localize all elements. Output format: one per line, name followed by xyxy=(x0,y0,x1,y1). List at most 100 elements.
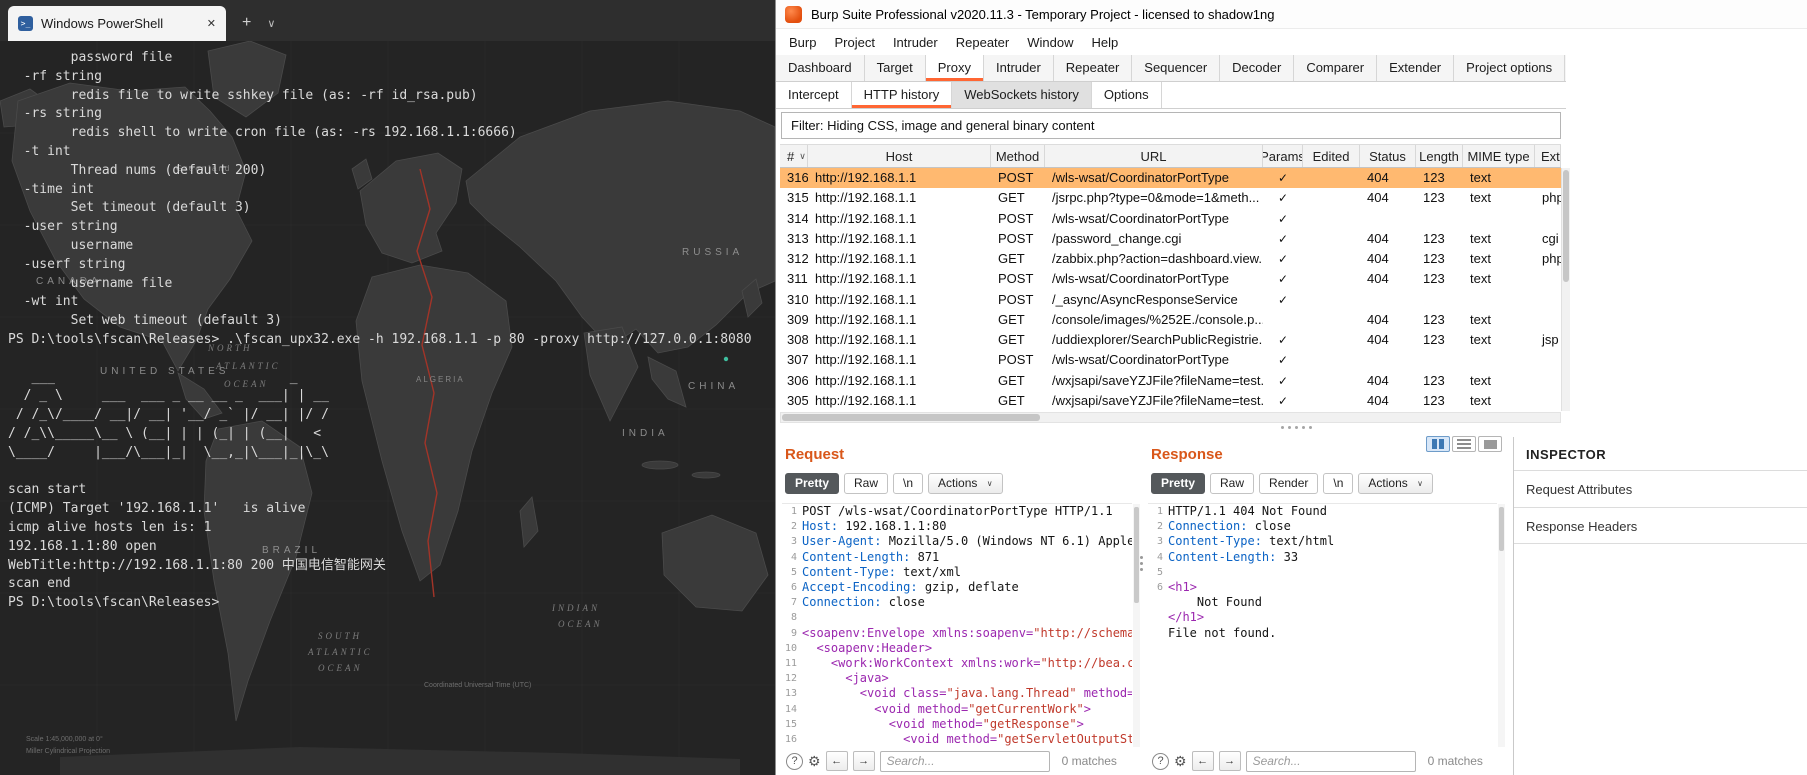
splitter-handle[interactable] xyxy=(1281,426,1312,429)
menu-project[interactable]: Project xyxy=(825,35,883,50)
main-tab-sequencer[interactable]: Sequencer xyxy=(1132,55,1221,81)
request-editor-scrollbar[interactable] xyxy=(1133,504,1140,747)
main-tab-comparer[interactable]: Comparer xyxy=(1294,55,1378,81)
history-row-307[interactable]: 307 http://192.168.1.1 POST/wls-wsat/Coord… xyxy=(780,350,1561,371)
scrollbar-thumb[interactable] xyxy=(1134,507,1139,603)
search-next-button[interactable]: → xyxy=(852,751,875,771)
column-header-url[interactable]: URL xyxy=(1045,145,1263,167)
history-row-315[interactable]: 315 http://192.168.1.1 GET/jsrpc.php?type=… xyxy=(780,188,1561,209)
search-input[interactable] xyxy=(879,750,1050,772)
menu-help[interactable]: Help xyxy=(1082,35,1127,50)
request-tab-raw[interactable]: Raw xyxy=(844,473,889,494)
scrollbar-thumb[interactable] xyxy=(782,414,1040,421)
panel-splitter-handle[interactable] xyxy=(1140,556,1143,571)
column-header-length[interactable]: Length xyxy=(1416,145,1463,167)
main-tab-project-options[interactable]: Project options xyxy=(1454,55,1566,81)
main-tab-decoder[interactable]: Decoder xyxy=(1220,55,1295,81)
main-tab-intruder[interactable]: Intruder xyxy=(983,55,1054,81)
menu-repeater[interactable]: Repeater xyxy=(947,35,1018,50)
inspector-title: INSPECTOR xyxy=(1526,447,1607,462)
column-header-edited[interactable]: Edited xyxy=(1303,145,1360,167)
search-prev-button[interactable]: ← xyxy=(825,751,848,771)
column-header-mime-type[interactable]: MIME type xyxy=(1463,145,1535,167)
response-editor[interactable]: 1 HTTP/1.1 404 Not Found 2 Connection: clos… xyxy=(1148,503,1497,747)
layout-side-by-side-button[interactable] xyxy=(1426,436,1450,452)
history-row-316[interactable]: 316 http://192.168.1.1 POST/wls-wsat/Coord… xyxy=(780,168,1561,189)
params-check: ✓ xyxy=(1277,333,1289,347)
menu-intruder[interactable]: Intruder xyxy=(884,35,947,50)
history-row-309[interactable]: 309 http://192.168.1.1 GET/console/images/… xyxy=(780,309,1561,330)
filter-bar[interactable]: Filter: Hiding CSS, image and general bi… xyxy=(781,112,1561,139)
response-editor-scrollbar[interactable] xyxy=(1498,504,1505,747)
code-line: 6 <h1> xyxy=(1148,580,1497,595)
search-input[interactable] xyxy=(1245,750,1416,772)
tab-close-icon[interactable]: ✕ xyxy=(207,17,216,30)
table-vertical-scrollbar[interactable] xyxy=(1561,168,1570,411)
code-line: 6 Accept-Encoding: gzip, deflate xyxy=(782,580,1132,595)
history-row-306[interactable]: 306 http://192.168.1.1 GET/wxjsapi/saveYZJ… xyxy=(780,370,1561,391)
inspector-section-request-attributes[interactable]: Request Attributes xyxy=(1514,470,1807,507)
history-row-308[interactable]: 308 http://192.168.1.1 GET/uddiexplorer/Se… xyxy=(780,330,1561,351)
request-tab-n[interactable]: \n xyxy=(893,473,924,494)
new-tab-button[interactable]: + xyxy=(242,14,251,32)
search-prev-button[interactable]: ← xyxy=(1191,751,1214,771)
main-tab-dashboard[interactable]: Dashboard xyxy=(776,55,865,81)
request-editor[interactable]: 1 POST /wls-wsat/CoordinatorPortType HTTP… xyxy=(782,503,1132,747)
column-header-status[interactable]: Status xyxy=(1360,145,1416,167)
history-row-314[interactable]: 314 http://192.168.1.1 POST/wls-wsat/Coord… xyxy=(780,208,1561,229)
main-tab-proxy[interactable]: Proxy xyxy=(925,55,984,81)
main-tab-user-options[interactable]: User options xyxy=(1565,55,1566,81)
menu-burp[interactable]: Burp xyxy=(780,35,825,50)
terminal-body[interactable]: Greenland CANADA RUSSIA UNITED STATES CHINA I… xyxy=(0,41,775,775)
code-line: 2 Host: 192.168.1.1:80 xyxy=(782,519,1132,534)
column-header-extension[interactable]: Extension xyxy=(1535,145,1561,167)
main-tab-target[interactable]: Target xyxy=(864,55,926,81)
request-tab-pretty[interactable]: Pretty xyxy=(785,473,840,494)
history-row-311[interactable]: 311 http://192.168.1.1 POST/wls-wsat/Coord… xyxy=(780,269,1561,290)
column-header-num[interactable]: # ∨ xyxy=(780,145,808,167)
params-check: ✓ xyxy=(1277,211,1289,226)
tab-dropdown-icon[interactable]: ∨ xyxy=(267,17,275,30)
history-row-313[interactable]: 313 http://192.168.1.1 POST/password_chang… xyxy=(780,228,1561,249)
response-actions-button[interactable]: Actions ∨ xyxy=(1358,473,1433,494)
response-tab-pretty[interactable]: Pretty xyxy=(1151,473,1206,494)
params-check: ✓ xyxy=(1277,353,1289,368)
code-line: File not found. xyxy=(1148,626,1497,641)
table-horizontal-scrollbar[interactable] xyxy=(780,412,1561,423)
sub-tab-websockets-history[interactable]: WebSockets history xyxy=(952,82,1092,108)
main-tab-extender[interactable]: Extender xyxy=(1377,55,1455,81)
search-next-button[interactable]: → xyxy=(1218,751,1241,771)
history-row-310[interactable]: 310 http://192.168.1.1 POST/_async/AsyncRe… xyxy=(780,289,1561,310)
inspector-sections: Request Attributes Response Headers xyxy=(1514,470,1807,544)
column-header-params[interactable]: Params xyxy=(1263,145,1303,167)
line-number: 12 xyxy=(784,673,797,685)
scrollbar-thumb[interactable] xyxy=(1499,507,1504,551)
history-row-305[interactable]: 305 http://192.168.1.1 GET/wxjsapi/saveYZJ… xyxy=(780,390,1561,411)
line-number: 8 xyxy=(790,612,797,624)
sub-tab-intercept[interactable]: Intercept xyxy=(776,82,852,108)
help-icon[interactable]: ? xyxy=(1152,752,1169,770)
settings-gear-icon[interactable]: ⚙ xyxy=(808,753,821,770)
column-header-host[interactable]: Host xyxy=(808,145,991,167)
response-tab-render[interactable]: Render xyxy=(1259,473,1319,494)
line-number xyxy=(1148,595,1168,610)
response-tab-n[interactable]: \n xyxy=(1323,473,1354,494)
code-line: 13 <void class="java.lang.Thread" method… xyxy=(782,686,1132,701)
scrollbar-thumb[interactable] xyxy=(1563,170,1569,282)
request-actions-button[interactable]: Actions ∨ xyxy=(928,473,1003,494)
edited-check xyxy=(1303,229,1360,249)
settings-gear-icon[interactable]: ⚙ xyxy=(1174,753,1187,770)
response-tab-raw[interactable]: Raw xyxy=(1210,473,1255,494)
sub-tab-options[interactable]: Options xyxy=(1091,82,1162,108)
terminal-tab[interactable]: >_ Windows PowerShell ✕ xyxy=(8,6,226,41)
main-tab-repeater[interactable]: Repeater xyxy=(1053,55,1133,81)
code-line: 4 Content-Length: 871 xyxy=(782,550,1132,565)
column-header-method[interactable]: Method xyxy=(991,145,1045,167)
history-row-312[interactable]: 312 http://192.168.1.1 GET/zabbix.php?acti… xyxy=(780,249,1561,270)
help-icon[interactable]: ? xyxy=(786,752,803,770)
menu-window[interactable]: Window xyxy=(1018,35,1082,50)
layout-combined-button[interactable] xyxy=(1478,436,1502,452)
inspector-section-response-headers[interactable]: Response Headers xyxy=(1514,507,1807,544)
sub-tab-http-history[interactable]: HTTP history xyxy=(851,82,953,108)
layout-stacked-button[interactable] xyxy=(1452,436,1476,452)
